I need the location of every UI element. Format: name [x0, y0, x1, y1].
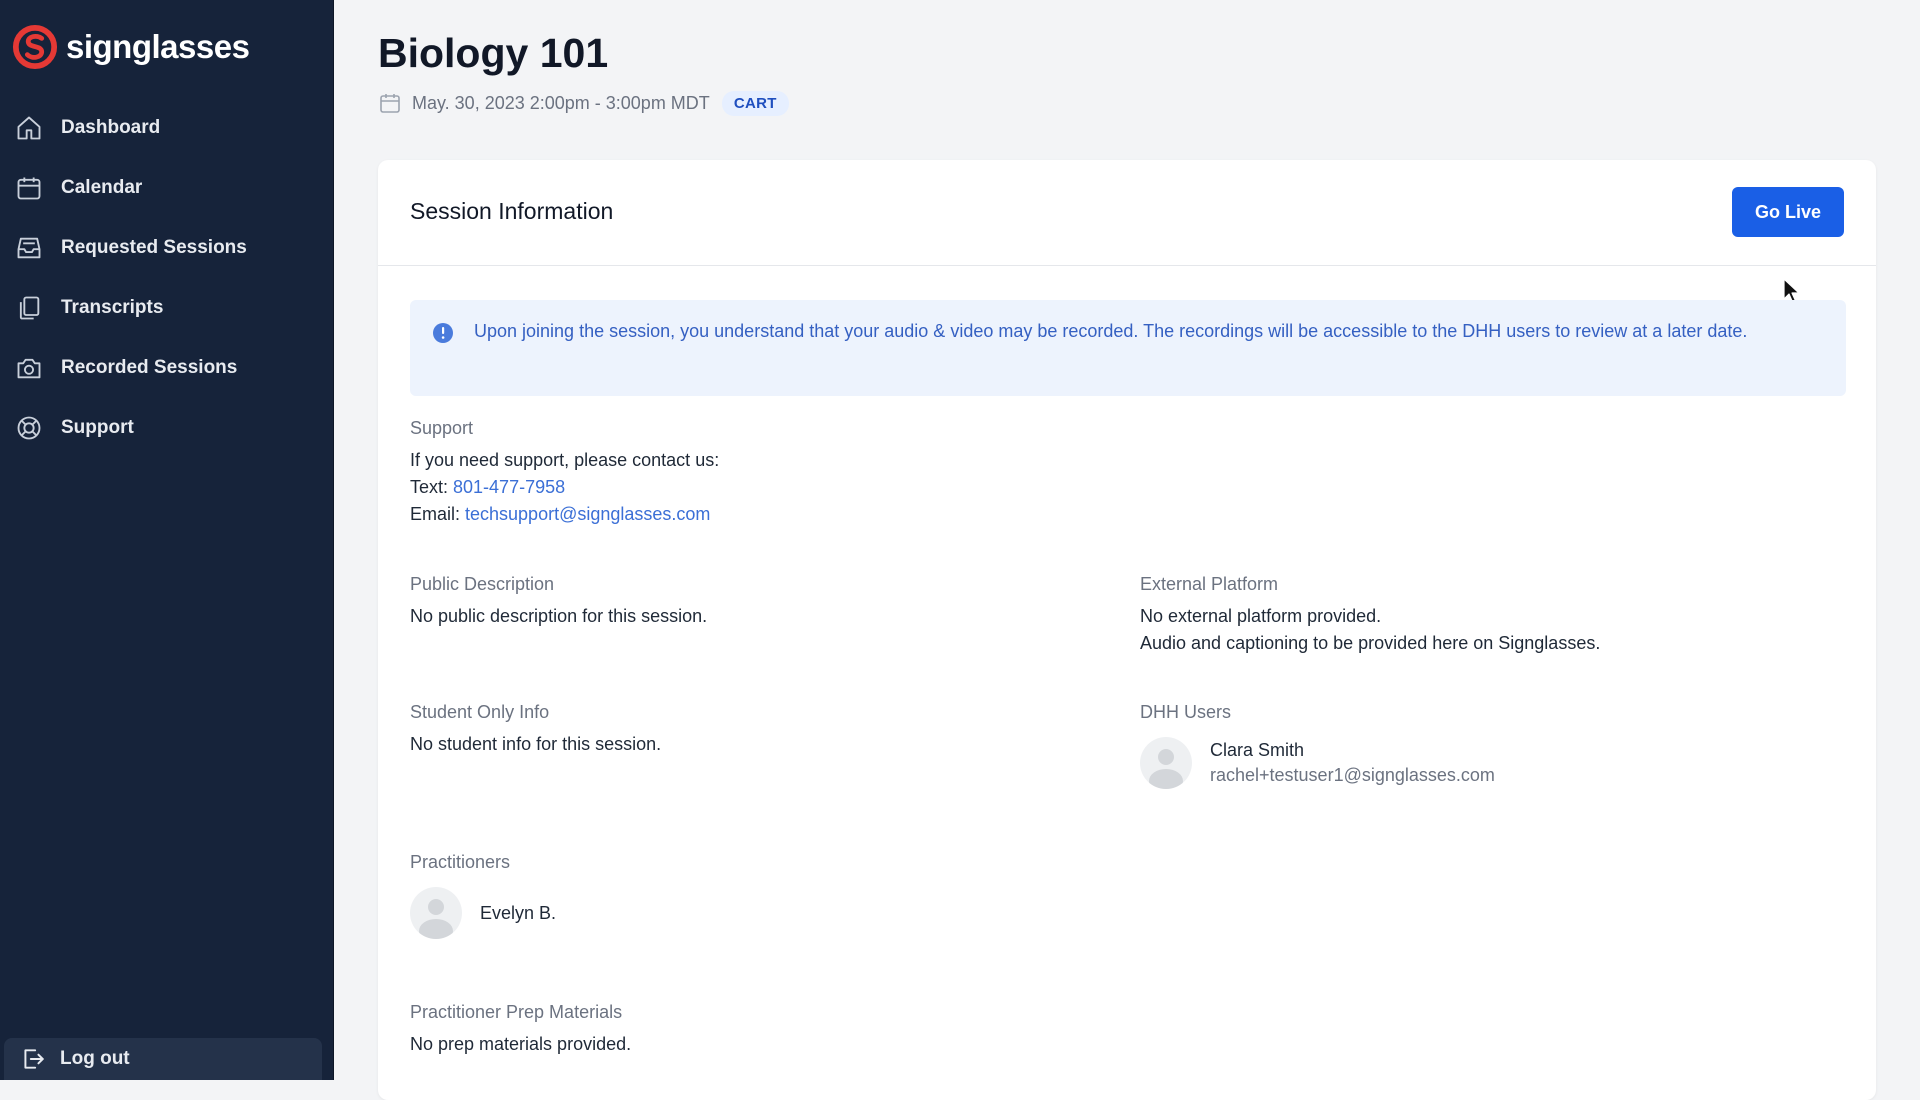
user-silhouette-icon [1149, 749, 1183, 789]
go-live-button[interactable]: Go Live [1732, 187, 1844, 237]
student-info-value: No student info for this session. [410, 734, 662, 754]
dhh-user-email: rachel+testuser1@signglasses.com [1210, 765, 1495, 785]
avatar [410, 887, 462, 939]
documents-icon [14, 293, 44, 323]
support-label: Support [410, 418, 474, 438]
home-icon [14, 113, 44, 143]
sidebar: signglasses Dashboard Calendar Requested… [0, 0, 334, 1080]
support-text-prefix: Text: [410, 477, 454, 497]
practitioner-item[interactable]: Evelyn B. [410, 887, 1090, 939]
calendar-icon [378, 91, 402, 115]
sidebar-item-label: Recorded Sessions [61, 357, 238, 378]
support-text-line: Text: 801-477-7958 [410, 474, 1010, 501]
prep-materials-section: Practitioner Prep Materials No prep mate… [410, 1002, 1090, 1058]
dhh-user-name: Clara Smith [1210, 740, 1305, 760]
sidebar-item-calendar[interactable]: Calendar [0, 158, 334, 218]
user-silhouette-icon [419, 899, 453, 939]
recording-notice: Upon joining the session, you understand… [410, 300, 1846, 396]
lifebuoy-icon [14, 413, 44, 443]
sidebar-item-label: Calendar [61, 177, 143, 198]
public-description-value: No public description for this session. [410, 606, 708, 626]
student-info-label: Student Only Info [410, 702, 550, 722]
card-header: Session Information Go Live [378, 160, 1876, 266]
session-type-badge: CART [721, 90, 789, 116]
public-description-section: Public Description No public description… [410, 574, 1090, 630]
sidebar-item-label: Transcripts [61, 297, 164, 318]
sidebar-item-label: Support [61, 417, 134, 438]
practitioners-label: Practitioners [410, 852, 511, 872]
info-icon [433, 323, 453, 343]
camera-icon [14, 353, 44, 383]
external-platform-line1: No external platform provided. [1140, 606, 1382, 626]
public-description-label: Public Description [410, 574, 555, 594]
inbox-icon [14, 233, 44, 263]
sidebar-item-support[interactable]: Support [0, 398, 334, 458]
external-platform-line2: Audio and captioning to be provided here… [1140, 633, 1601, 653]
support-email-line: Email: techsupport@signglasses.com [410, 501, 1010, 528]
card-title: Session Information [410, 198, 614, 224]
external-platform-label: External Platform [1140, 574, 1279, 594]
support-section: Support If you need support, please cont… [410, 418, 1010, 528]
calendar-icon [14, 173, 44, 203]
prep-materials-label: Practitioner Prep Materials [410, 1002, 623, 1022]
external-platform-section: External Platform No external platform p… [1140, 574, 1840, 657]
practitioner-name: Evelyn B. [480, 902, 557, 923]
sidebar-item-label: Dashboard [61, 117, 161, 138]
prep-materials-value: No prep materials provided. [410, 1034, 632, 1054]
support-phone-link[interactable]: 801-477-7958 [453, 477, 565, 497]
sidebar-item-recorded-sessions[interactable]: Recorded Sessions [0, 338, 334, 398]
sidebar-item-dashboard[interactable]: Dashboard [0, 98, 334, 158]
avatar [1140, 737, 1192, 789]
dhh-user-item[interactable]: Clara Smith rachel+testuser1@signglasses… [1140, 737, 1840, 789]
sidebar-nav: Dashboard Calendar Requested Sessions Tr… [0, 98, 334, 458]
session-information-card: Session Information Go Live Upon joining… [378, 160, 1876, 1100]
session-datetime: May. 30, 2023 2:00pm - 3:00pm MDT [412, 92, 710, 113]
practitioners-section: Practitioners Evelyn B. [410, 852, 1090, 939]
signglasses-logo-icon [12, 24, 58, 70]
brand[interactable]: signglasses [12, 22, 250, 72]
sidebar-item-label: Requested Sessions [61, 237, 247, 258]
logout-icon [20, 1046, 46, 1072]
logout-button[interactable]: Log out [4, 1038, 322, 1080]
support-email-link[interactable]: techsupport@signglasses.com [465, 504, 710, 524]
sidebar-item-requested-sessions[interactable]: Requested Sessions [0, 218, 334, 278]
main-content: Biology 101 May. 30, 2023 2:00pm - 3:00p… [334, 0, 1920, 1100]
sidebar-item-transcripts[interactable]: Transcripts [0, 278, 334, 338]
support-email-prefix: Email: [410, 504, 466, 524]
student-info-section: Student Only Info No student info for th… [410, 702, 1090, 758]
support-intro: If you need support, please contact us: [410, 450, 720, 470]
logout-label: Log out [60, 1048, 130, 1069]
brand-name: signglasses [66, 28, 250, 65]
dhh-users-section: DHH Users Clara Smith rachel+testuser1@s… [1140, 702, 1840, 789]
page-title: Biology 101 [378, 30, 609, 76]
dhh-users-label: DHH Users [1140, 702, 1232, 722]
session-meta: May. 30, 2023 2:00pm - 3:00pm MDT CART [378, 90, 789, 116]
recording-notice-text: Upon joining the session, you understand… [474, 321, 1748, 341]
